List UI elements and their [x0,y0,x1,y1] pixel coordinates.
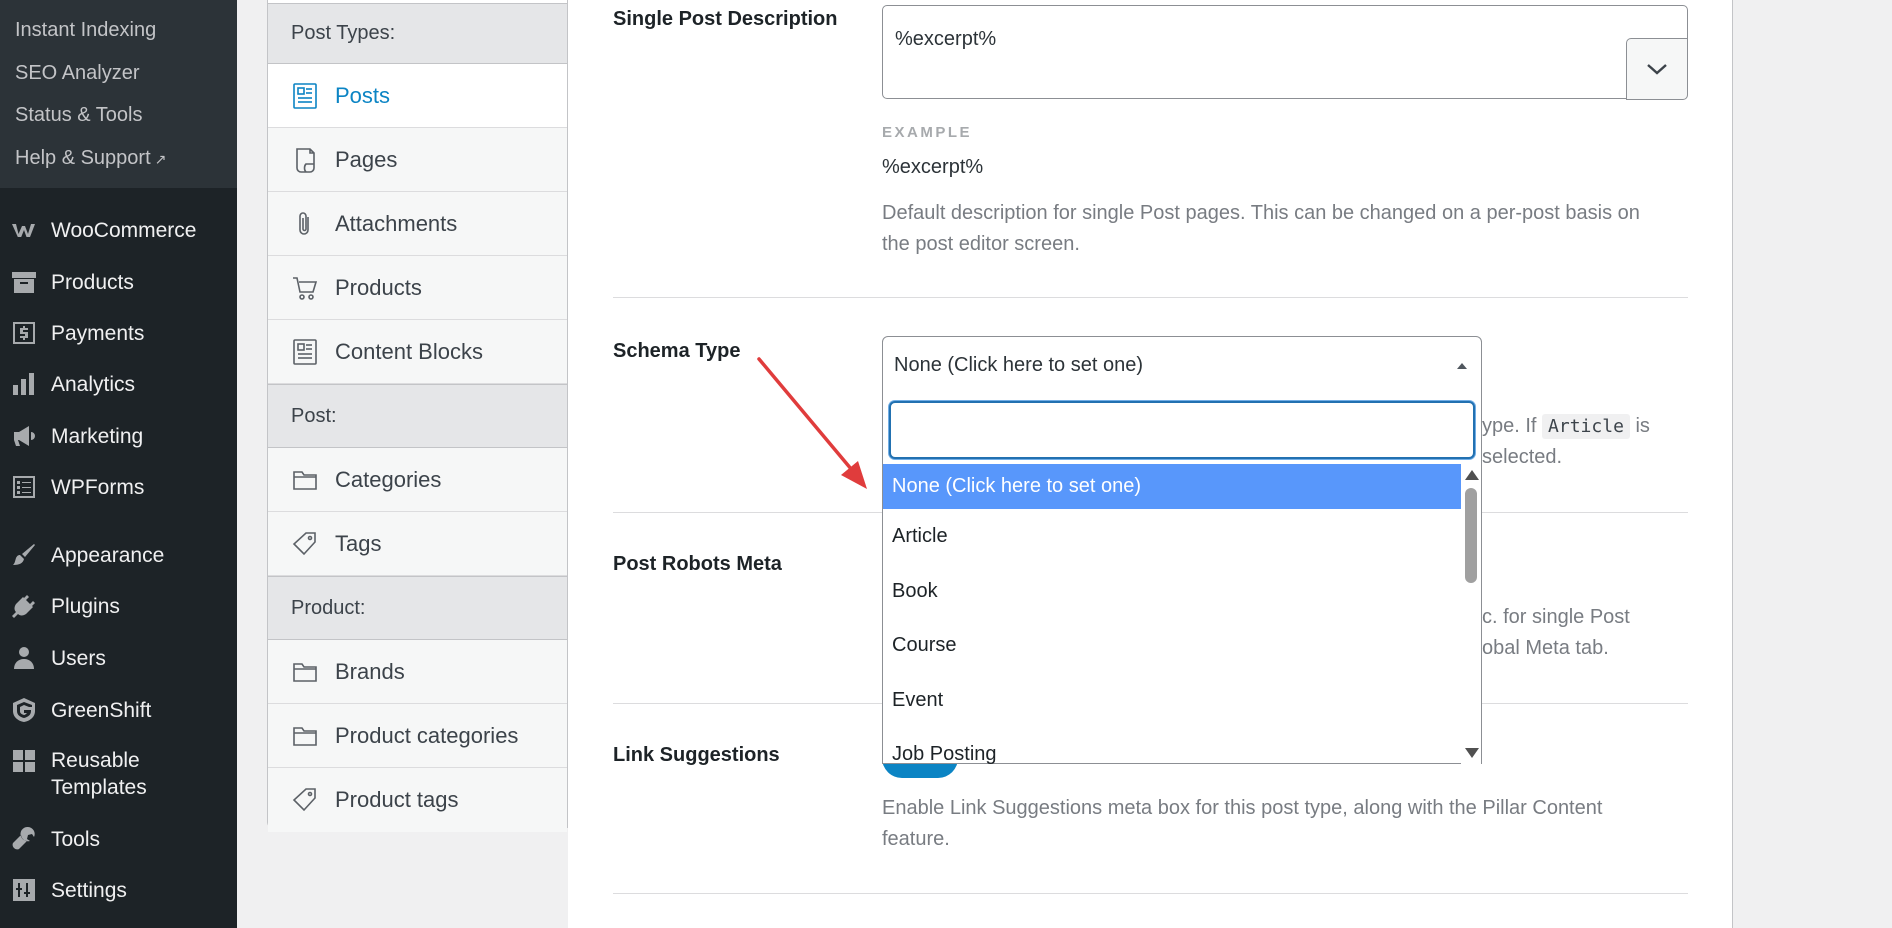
archive-box-icon [10,268,38,296]
megaphone-icon [10,422,38,450]
schema-options-list: None (Click here to set one) Article Boo… [883,464,1461,764]
example-label: EXAMPLE [882,124,973,141]
scroll-down-icon[interactable] [1465,748,1479,758]
menu-plugins[interactable]: Plugins [0,592,237,620]
folder-icon [291,721,319,751]
menu-users[interactable]: Users [0,644,237,672]
group-header-post-types: Post Types: [268,3,567,64]
user-icon [10,644,38,672]
link-suggestions-label: Link Suggestions [613,744,780,766]
scroll-thumb[interactable] [1465,488,1477,583]
schema-option-article[interactable]: Article [883,509,1461,564]
link-suggestions-help: Enable Link Suggestions meta box for thi… [882,797,1603,850]
tab-brands[interactable]: Brands [268,640,567,704]
submenu-instant-indexing[interactable]: Instant Indexing [0,15,237,58]
single-post-description-help: Default description for single Post page… [882,202,1640,255]
dropdown-scrollbar[interactable] [1461,464,1481,764]
tab-posts[interactable]: Posts [268,64,567,128]
post-robots-meta-label: Post Robots Meta [613,553,782,575]
post-robots-meta-help: c. for single Post obal Meta tab. [1482,606,1630,659]
separator [613,893,1688,894]
seo-submenu: Instant Indexing SEO Analyzer Status & T… [0,0,237,188]
menu-reusable-templates[interactable]: Reusable Templates [0,747,237,801]
cart-icon [291,273,319,303]
paperclip-icon [291,209,319,239]
grid-icon [10,747,38,775]
menu-marketing[interactable]: Marketing [0,422,237,450]
page-icon [291,145,319,175]
schema-type-dropdown: None (Click here to set one) Article Boo… [882,395,1482,764]
tab-products[interactable]: Products [268,256,567,320]
schema-option-event[interactable]: Event [883,673,1461,728]
tab-pages[interactable]: Pages [268,128,567,192]
schema-option-book[interactable]: Book [883,564,1461,619]
form-icon [10,473,38,501]
schema-search-input[interactable] [889,401,1475,459]
tab-product-categories[interactable]: Product categories [268,704,567,768]
single-post-description-field[interactable]: %excerpt% [882,5,1688,100]
menu-appearance[interactable]: Appearance [0,541,237,569]
plug-icon [10,592,38,620]
menu-payments[interactable]: Payments [0,319,237,347]
single-post-description-label: Single Post Description [613,8,838,30]
example-value: %excerpt% [882,156,984,178]
group-header-post: Post: [268,384,567,448]
menu-analytics[interactable]: Analytics [0,370,237,398]
woocommerce-icon [10,216,38,244]
separator [613,297,1688,298]
caret-up-icon [1457,363,1467,369]
schema-type-selected: None (Click here to set one) [894,354,1144,376]
document-icon [291,337,319,367]
folder-icon [291,465,319,495]
bar-chart-icon [10,370,38,398]
submenu-help-support[interactable]: Help & Support ↗ [0,143,237,186]
paintbrush-icon [10,541,38,569]
schema-option-none[interactable]: None (Click here to set one) [883,464,1461,509]
schema-option-course[interactable]: Course [883,618,1461,673]
article-code: Article [1542,414,1630,439]
group-header-product: Product: [268,576,567,640]
folder-icon [291,657,319,687]
menu-products[interactable]: Products [0,268,237,296]
wrench-icon [10,825,38,853]
menu-woocommerce[interactable]: WooCommerce [0,216,237,244]
schema-type-select[interactable]: None (Click here to set one) [882,336,1482,396]
tab-content-blocks[interactable]: Content Blocks [268,320,567,384]
external-link-icon: ↗ [154,150,167,167]
tag-icon [291,529,319,559]
insert-variable-button[interactable] [1626,38,1688,100]
tab-tags[interactable]: Tags [268,512,567,576]
schema-option-job-posting[interactable]: Job Posting [883,727,1461,764]
scroll-up-icon[interactable] [1465,470,1479,480]
menu-greenshift[interactable]: GreenShift [0,696,237,724]
submenu-status-tools[interactable]: Status & Tools [0,100,237,143]
single-post-description-value: %excerpt% [895,28,997,50]
document-icon [291,81,319,111]
tab-attachments[interactable]: Attachments [268,192,567,256]
greenshift-icon [10,696,38,724]
schema-type-label: Schema Type [613,340,741,362]
dollar-icon [10,319,38,347]
tab-categories[interactable]: Categories [268,448,567,512]
menu-wpforms[interactable]: WPForms [0,473,237,501]
menu-settings[interactable]: Settings [0,876,237,904]
menu-tools[interactable]: Tools [0,825,237,853]
tab-product-tags[interactable]: Product tags [268,768,567,832]
admin-sidebar: Instant Indexing SEO Analyzer Status & T… [0,0,237,928]
schema-type-help: ype. If Article is selected. [1482,414,1650,468]
submenu-seo-analyzer[interactable]: SEO Analyzer [0,58,237,101]
sliders-icon [10,876,38,904]
chevron-down-icon [1647,64,1667,75]
settings-tabs: Post Types: Posts Pages Attachments Prod… [267,0,568,832]
tag-icon [291,785,319,815]
